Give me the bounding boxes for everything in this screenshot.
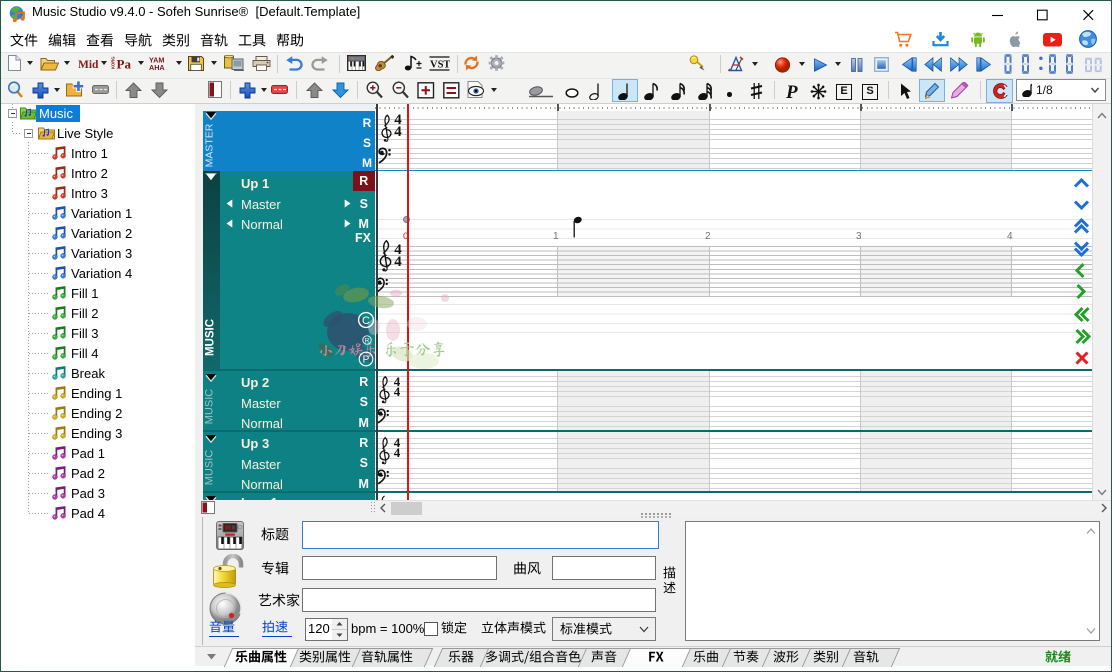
- svg-text:R: R: [365, 338, 370, 345]
- svg-text:Pa: Pa: [117, 57, 132, 72]
- svg-text:P: P: [785, 82, 798, 101]
- svg-text:Mid: Mid: [78, 59, 99, 70]
- svg-text:C: C: [362, 315, 370, 327]
- svg-text:AHA: AHA: [149, 63, 165, 71]
- svg-text:KORG: KORG: [111, 56, 116, 69]
- svg-text:VST: VST: [430, 60, 450, 71]
- svg-text:P: P: [363, 355, 370, 366]
